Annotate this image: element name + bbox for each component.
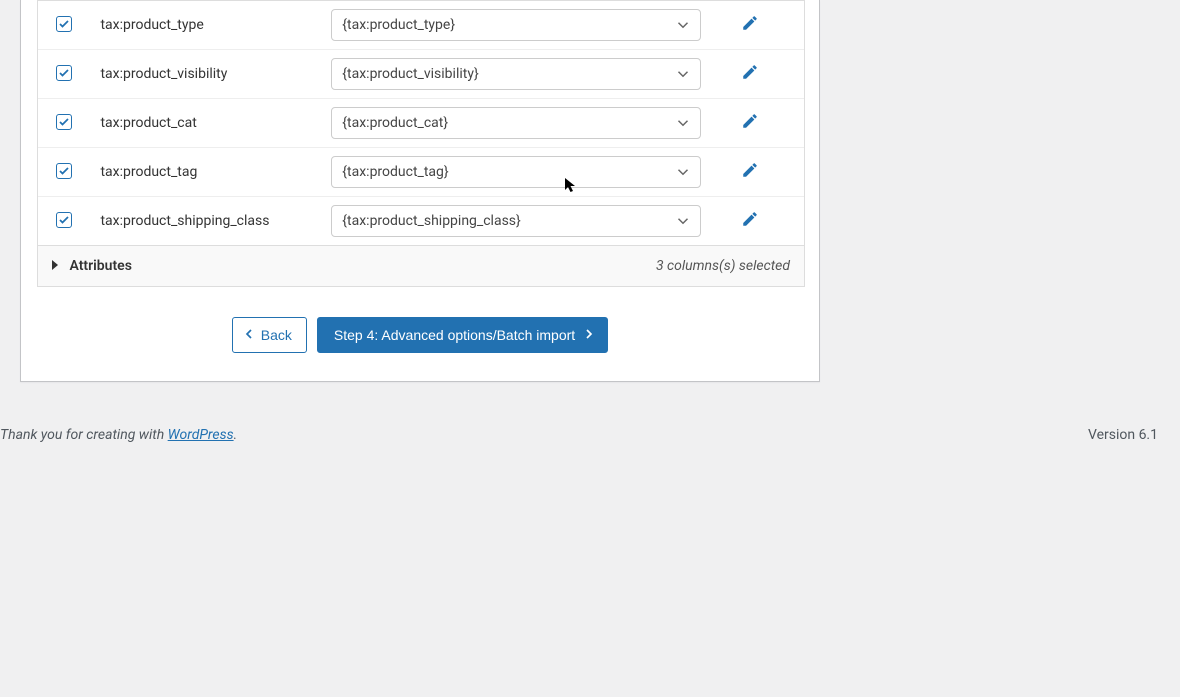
chevron-left-icon [241,326,257,345]
select-value: {tax:product_shipping_class} [342,213,672,229]
pencil-icon[interactable] [741,14,759,32]
pencil-icon[interactable] [741,112,759,130]
main-panel: tax:product_type {tax:product_type} tax:… [20,0,820,382]
pencil-icon[interactable] [741,161,759,179]
mapping-table: tax:product_type {tax:product_type} tax:… [37,0,805,246]
select-value: {tax:product_type} [342,17,672,33]
select-value: {tax:product_tag} [342,164,672,180]
chevron-right-icon [581,326,597,345]
footer-thanks: Thank you for creating with WordPress. [0,427,237,443]
row-checkbox[interactable] [56,163,72,179]
field-label: tax:product_cat [90,98,321,147]
mapping-select[interactable]: {tax:product_cat} [331,107,701,139]
pencil-icon[interactable] [741,210,759,228]
section-title: Attributes [69,258,131,274]
select-value: {tax:product_cat} [342,115,672,131]
attributes-section-header[interactable]: Attributes 3 columns(s) selected [37,246,805,287]
caret-right-icon [52,260,58,270]
row-checkbox[interactable] [56,65,72,81]
mapping-select[interactable]: {tax:product_type} [331,9,701,41]
row-checkbox[interactable] [56,212,72,228]
next-label: Step 4: Advanced options/Batch import [334,327,575,343]
chevron-down-icon [672,112,694,134]
field-label: tax:product_type [90,1,321,49]
table-row: tax:product_tag {tax:product_tag} [38,147,804,196]
chevron-down-icon [672,14,694,36]
admin-footer: Thank you for creating with WordPress. V… [0,427,1180,443]
pencil-icon[interactable] [741,63,759,81]
table-row: tax:product_visibility {tax:product_visi… [38,49,804,98]
next-step-button[interactable]: Step 4: Advanced options/Batch import [317,317,608,353]
row-checkbox[interactable] [56,16,72,32]
table-row: tax:product_cat {tax:product_cat} [38,98,804,147]
field-label: tax:product_tag [90,147,321,196]
field-label: tax:product_shipping_class [90,196,321,245]
table-row: tax:product_shipping_class {tax:product_… [38,196,804,245]
back-label: Back [261,327,292,343]
mapping-select[interactable]: {tax:product_visibility} [331,58,701,90]
chevron-down-icon [672,63,694,85]
table-row: tax:product_type {tax:product_type} [38,1,804,49]
select-value: {tax:product_visibility} [342,66,672,82]
wizard-buttons: Back Step 4: Advanced options/Batch impo… [21,287,819,381]
wordpress-link[interactable]: WordPress [168,427,234,443]
field-label: tax:product_visibility [90,49,321,98]
mapping-select[interactable]: {tax:product_tag} [331,156,701,188]
row-checkbox[interactable] [56,114,72,130]
chevron-down-icon [672,161,694,183]
chevron-down-icon [672,210,694,232]
columns-selected-count: 3 columns(s) selected [656,258,790,274]
mapping-select[interactable]: {tax:product_shipping_class} [331,205,701,237]
version-label: Version 6.1 [1088,427,1158,443]
back-button[interactable]: Back [232,317,307,353]
